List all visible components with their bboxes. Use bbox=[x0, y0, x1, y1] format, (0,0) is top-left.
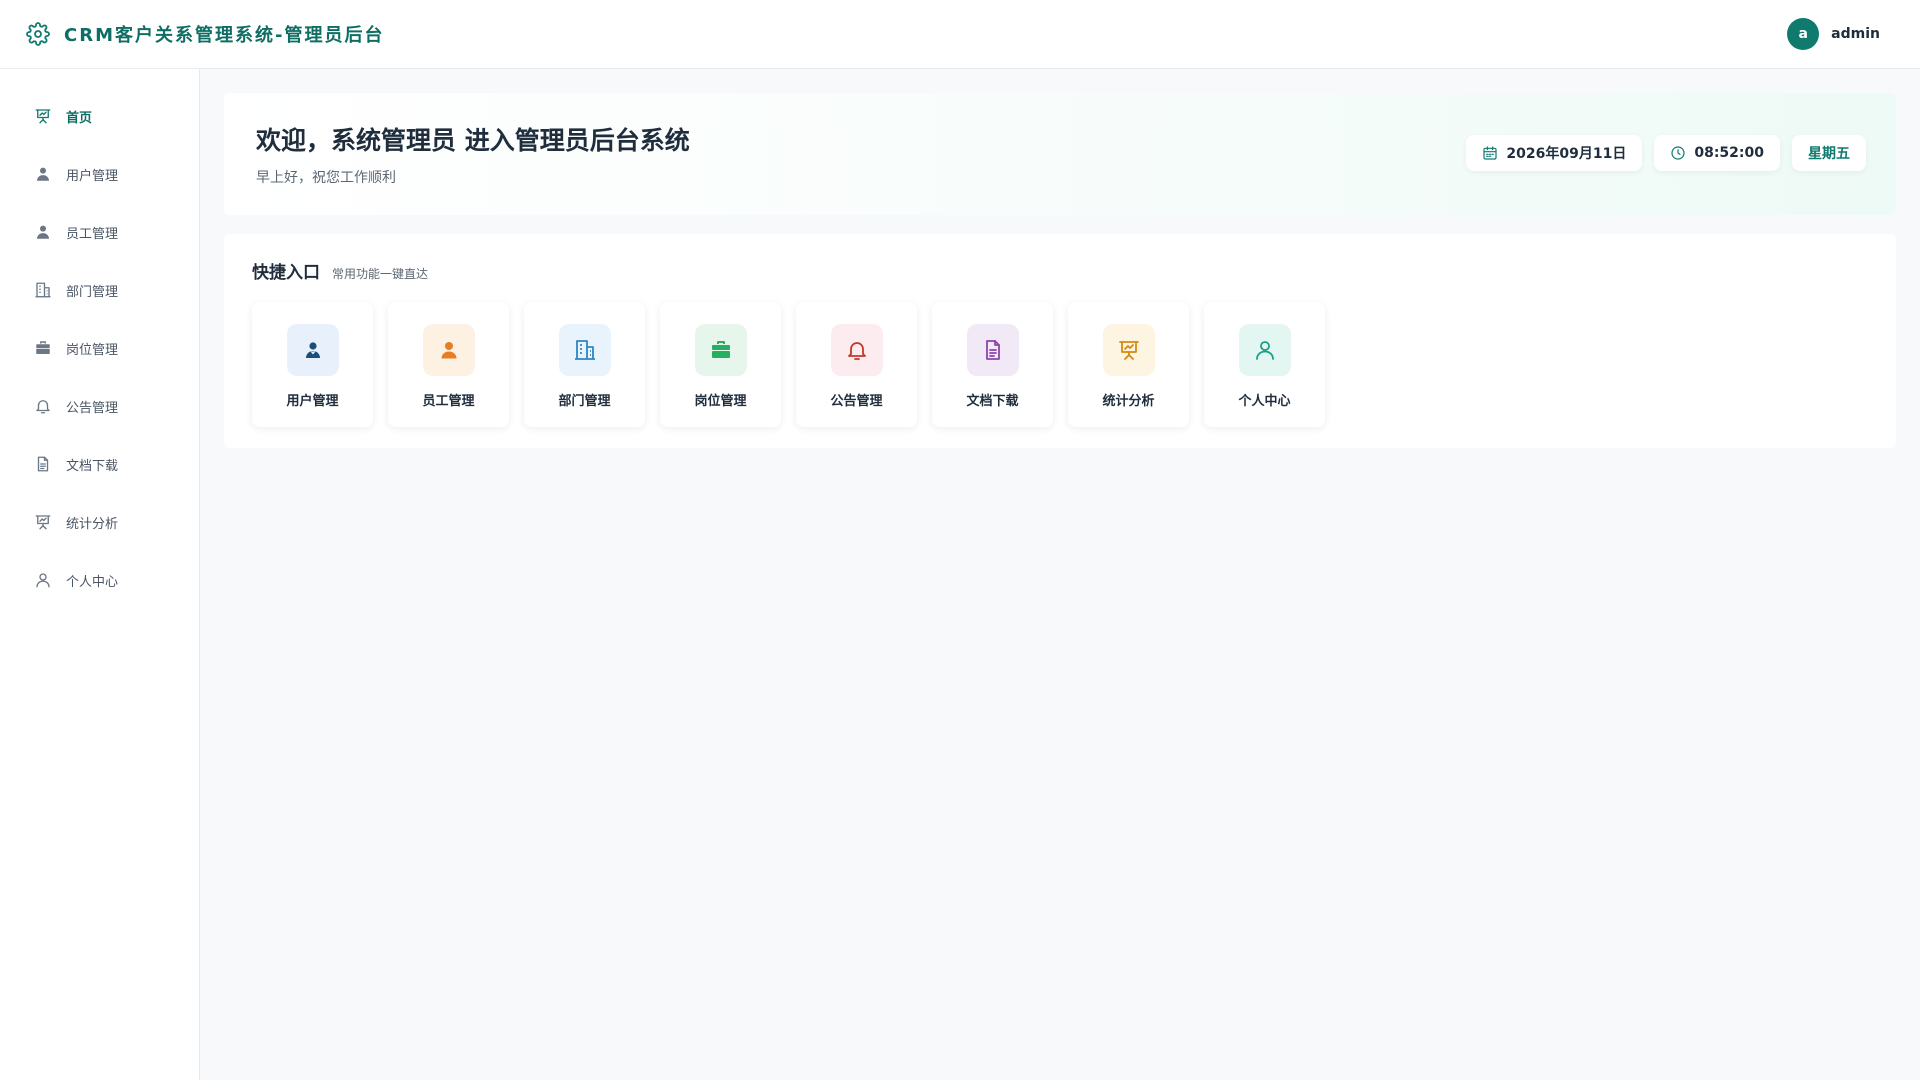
quick-card-announcements[interactable]: 公告管理 bbox=[796, 302, 917, 427]
sidebar-item-label: 个人中心 bbox=[66, 574, 119, 590]
document-icon bbox=[985, 340, 1000, 360]
datetime-chips: 2026年09月11日 08:52:00 星期五 bbox=[1466, 135, 1866, 171]
top-header: CRM客户关系管理系统-管理员后台 a admin bbox=[0, 0, 1920, 69]
sidebar-item-departments[interactable]: 部门管理 bbox=[0, 261, 199, 319]
sidebar-item-users[interactable]: 用户管理 bbox=[0, 145, 199, 203]
quick-card-users[interactable]: 用户管理 bbox=[252, 302, 373, 427]
bell-icon bbox=[847, 342, 866, 360]
quick-card-positions[interactable]: 岗位管理 bbox=[660, 302, 781, 427]
avatar: a bbox=[1787, 18, 1820, 50]
quick-card-icon-box bbox=[422, 324, 475, 376]
date-chip: 2026年09月11日 bbox=[1466, 135, 1643, 171]
quick-card-profile[interactable]: 个人中心 bbox=[1204, 302, 1325, 427]
building-icon bbox=[34, 281, 52, 299]
user-outline-icon bbox=[34, 571, 52, 589]
quick-card-icon-box bbox=[694, 324, 747, 376]
building-icon bbox=[574, 340, 595, 360]
user-solid-icon bbox=[34, 223, 52, 241]
greeting-text: 早上好，祝您工作顺利 bbox=[256, 170, 396, 186]
sidebar-item-documents[interactable]: 文档下载 bbox=[0, 435, 199, 493]
presentation-chart-icon bbox=[34, 107, 52, 125]
presentation-chart-icon bbox=[1118, 341, 1139, 360]
sidebar-item-label: 统计分析 bbox=[66, 516, 119, 532]
quick-access-subtitle: 常用功能一键直达 bbox=[332, 267, 429, 281]
quick-card-icon-box bbox=[286, 324, 339, 376]
quick-card-label: 用户管理 bbox=[286, 394, 339, 409]
username: admin bbox=[1831, 26, 1880, 42]
user-menu[interactable]: a admin bbox=[1787, 18, 1880, 50]
weekday-text: 星期五 bbox=[1808, 146, 1850, 162]
sidebar-item-label: 公告管理 bbox=[66, 400, 119, 416]
sidebar-item-label: 文档下载 bbox=[66, 458, 119, 474]
weekday-chip: 星期五 bbox=[1792, 135, 1866, 171]
quick-access-title: 快捷入口 bbox=[252, 263, 320, 283]
quick-card-label: 部门管理 bbox=[558, 394, 611, 409]
quick-card-icon-box bbox=[830, 324, 883, 376]
time-chip: 08:52:00 bbox=[1654, 135, 1780, 171]
quick-card-label: 文档下载 bbox=[966, 394, 1019, 409]
sidebar-item-label: 用户管理 bbox=[66, 168, 119, 184]
user-outline-icon bbox=[1255, 341, 1274, 360]
quick-card-label: 公告管理 bbox=[830, 394, 883, 409]
user-solid-icon bbox=[441, 342, 456, 359]
quick-card-label: 岗位管理 bbox=[694, 394, 747, 409]
presentation-chart-icon bbox=[34, 513, 52, 531]
quick-card-icon-box bbox=[558, 324, 611, 376]
quick-card-employees[interactable]: 员工管理 bbox=[388, 302, 509, 427]
document-icon bbox=[34, 455, 52, 473]
sidebar: 首页 用户管理 员工管理 部门管理 岗位管理 公告管理 文档下载 统计分析 个人… bbox=[0, 69, 200, 1080]
sidebar-item-label: 员工管理 bbox=[66, 226, 119, 242]
quick-card-label: 员工管理 bbox=[422, 394, 475, 409]
quick-card-departments[interactable]: 部门管理 bbox=[524, 302, 645, 427]
briefcase-icon bbox=[34, 339, 52, 357]
time-text: 08:52:00 bbox=[1694, 145, 1764, 161]
quick-card-label: 统计分析 bbox=[1102, 394, 1155, 409]
calendar-icon bbox=[1482, 145, 1498, 161]
quick-card-statistics[interactable]: 统计分析 bbox=[1068, 302, 1189, 427]
quick-card-documents[interactable]: 文档下载 bbox=[932, 302, 1053, 427]
sidebar-item-label: 部门管理 bbox=[66, 284, 119, 300]
sidebar-item-home[interactable]: 首页 bbox=[0, 87, 199, 145]
gear-icon bbox=[26, 22, 50, 46]
quick-card-icon-box bbox=[1102, 324, 1155, 376]
user-solid-icon bbox=[34, 165, 52, 183]
date-text: 2026年09月11日 bbox=[1506, 146, 1627, 162]
sidebar-item-statistics[interactable]: 统计分析 bbox=[0, 493, 199, 551]
app-title: CRM客户关系管理系统-管理员后台 bbox=[64, 25, 385, 46]
quick-access-header: 快捷入口 常用功能一键直达 bbox=[252, 258, 428, 283]
briefcase-icon bbox=[711, 341, 730, 358]
sidebar-item-announcements[interactable]: 公告管理 bbox=[0, 377, 199, 435]
user-group-icon bbox=[305, 342, 320, 358]
quick-card-icon-box bbox=[1238, 324, 1291, 376]
quick-card-icon-box bbox=[966, 324, 1019, 376]
page-title: 欢迎，系统管理员 进入管理员后台系统 bbox=[256, 126, 690, 155]
sidebar-item-label: 岗位管理 bbox=[66, 342, 119, 358]
clock-icon bbox=[1670, 145, 1686, 161]
brand[interactable]: CRM客户关系管理系统-管理员后台 bbox=[26, 21, 384, 47]
sidebar-item-label: 首页 bbox=[66, 110, 93, 126]
bell-icon bbox=[34, 397, 52, 415]
sidebar-item-employees[interactable]: 员工管理 bbox=[0, 203, 199, 261]
quick-access-cards: 用户管理 员工管理 部门管理 岗位管理 公告管理 文档下载 统计分析 个人中心 bbox=[252, 302, 1325, 427]
sidebar-item-positions[interactable]: 岗位管理 bbox=[0, 319, 199, 377]
quick-access-panel: 快捷入口 常用功能一键直达 用户管理 员工管理 部门管理 岗位管理 公告管理 文… bbox=[224, 234, 1896, 448]
quick-card-label: 个人中心 bbox=[1238, 394, 1291, 409]
sidebar-item-profile[interactable]: 个人中心 bbox=[0, 551, 199, 609]
welcome-banner: 欢迎，系统管理员 进入管理员后台系统 早上好，祝您工作顺利 2026年09月11… bbox=[224, 93, 1896, 215]
